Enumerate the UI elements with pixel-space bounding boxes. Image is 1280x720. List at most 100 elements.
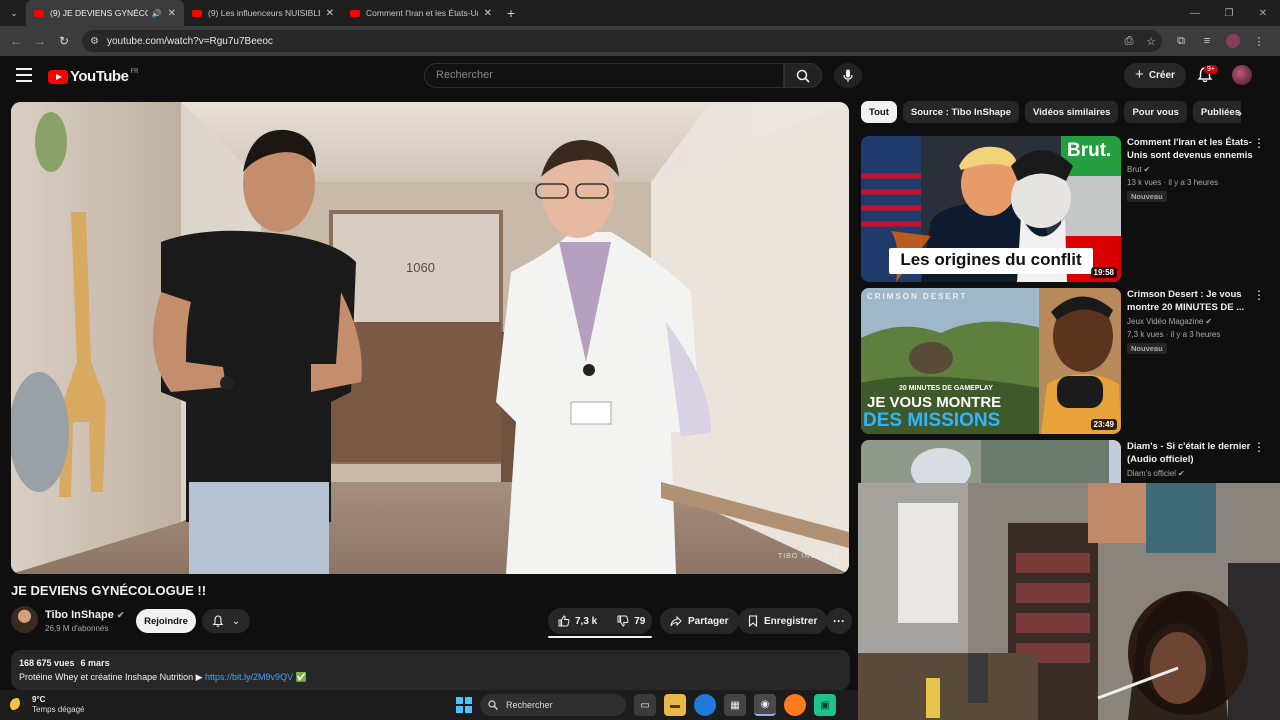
store-icon[interactable]: ▦ [724, 694, 746, 716]
browser-tab-2[interactable]: (9) Les influenceurs NUISIBLES ! ✕ [184, 0, 342, 26]
recommendation-channel[interactable]: Diam's officiel ✔ [1127, 469, 1185, 478]
brut-logo: Brut. [1067, 140, 1112, 161]
back-arrow-icon[interactable]: ← [4, 34, 28, 48]
more-options-icon[interactable]: ⋮ [1253, 136, 1265, 150]
recommendation-channel[interactable]: Brut ✔ [1127, 165, 1150, 174]
share-button[interactable]: Partager [660, 608, 739, 634]
channel-name[interactable]: Tibo InShape ✔ [45, 609, 124, 621]
more-actions-icon[interactable]: ··· [826, 608, 852, 634]
tab-search-chevron-icon[interactable]: ⌄ [2, 1, 26, 25]
description-link[interactable]: https://bit.ly/2M9v9QV [205, 672, 293, 682]
bookmark-star-icon[interactable]: ☆ [1140, 35, 1162, 48]
url-field[interactable]: ⚙ youtube.com/watch?v=Rgu7u7Beeoc ⎙ ☆ [82, 30, 1162, 52]
thumbnail-image [861, 440, 1121, 483]
menu-hamburger-icon[interactable] [16, 68, 32, 82]
recommendation-meta: 7,3 k vues · il y a 3 heures [1127, 330, 1221, 339]
recommendation-item[interactable]: Diam's - Si c'était le dernier (Audio of… [861, 440, 1273, 483]
more-options-icon[interactable]: ⋮ [1253, 440, 1265, 454]
like-dislike-group: 7,3 k 79 [548, 608, 652, 634]
channel-avatar[interactable] [11, 606, 38, 633]
check-mark-icon: ✅ [295, 672, 307, 682]
description-box[interactable]: 168 675 vues 6 mars Protéine Whey et créa… [11, 650, 850, 690]
site-info-icon[interactable]: ⚙ [90, 36, 99, 47]
chevron-down-icon: ⌄ [231, 615, 241, 627]
browser-tab-1[interactable]: (9) JE DEVIENS GYNÉCOLOGUE !! 🔊 ✕ [26, 0, 184, 26]
subscriber-count: 26,9 M d'abonnés [45, 624, 109, 633]
reload-icon[interactable]: ↻ [52, 34, 76, 48]
close-tab-icon[interactable]: ✕ [326, 8, 334, 19]
recommendation-channel[interactable]: Jeux Vidéo Magazine ✔ [1127, 317, 1212, 326]
voice-search-button[interactable] [834, 63, 862, 88]
search-input[interactable]: Rechercher [424, 63, 784, 88]
tab-title: Comment l'Iran et les États-Unis sont de… [366, 8, 478, 18]
video-thumbnail[interactable]: Les origines du conflit Brut. 19:58 [861, 136, 1121, 282]
weather-widget[interactable]: 9°C Temps dégagé [10, 695, 84, 715]
description-line: Protéine Whey et créatine Inshape Nutrit… [19, 672, 842, 683]
join-button[interactable]: Rejoindre [136, 609, 196, 633]
description-text: Protéine Whey et créatine Inshape Nutrit… [19, 672, 203, 682]
close-tab-icon[interactable]: ✕ [484, 8, 492, 19]
chevron-right-icon[interactable]: › [1238, 106, 1242, 120]
video-player[interactable]: 1060 TIBO INSHAPE [11, 102, 849, 574]
recommendation-meta: 13 k vues · il y a 3 heures [1127, 178, 1219, 187]
recommendation-title[interactable]: Comment l'Iran et les États-Unis sont de… [1127, 136, 1257, 162]
task-view-icon[interactable]: ▭ [634, 694, 656, 716]
duration-badge: 23:49 [1090, 419, 1117, 430]
save-button[interactable]: Enregistrer [738, 608, 828, 634]
edge-browser-icon[interactable] [694, 694, 716, 716]
tab-title: (9) Les influenceurs NUISIBLES ! [208, 8, 320, 18]
game-logo-text: CRIMSON DESERT [867, 292, 968, 301]
close-window-icon[interactable]: ✕ [1246, 8, 1280, 19]
plus-icon: + [1135, 66, 1144, 83]
share-arrow-icon [670, 615, 682, 626]
speaker-icon[interactable]: 🔊 [152, 9, 162, 18]
video-stats: 168 675 vues 6 mars [19, 658, 842, 668]
thumbnail-caption-line-1: JE VOUS MONTRE [867, 394, 1002, 411]
logo-country: FR [130, 68, 139, 75]
verified-check-icon: ✔ [1143, 165, 1151, 174]
dislike-button[interactable]: 79 [607, 608, 655, 634]
video-thumbnail[interactable] [861, 440, 1121, 483]
more-options-icon[interactable]: ⋮ [1253, 288, 1265, 302]
chip-for-you[interactable]: Pour vous [1124, 101, 1187, 123]
video-thumbnail[interactable]: CRIMSON DESERT 20 MINUTES DE GAMEPLAY JE… [861, 288, 1121, 434]
youtube-logo[interactable]: YouTube FR [48, 68, 138, 85]
app-icon[interactable]: ▣ [814, 694, 836, 716]
like-button[interactable]: 7,3 k [548, 608, 607, 634]
install-app-icon[interactable]: ⎙ [1118, 35, 1140, 48]
microphone-icon [843, 69, 853, 82]
screen: ⌄ (9) JE DEVIENS GYNÉCOLOGUE !! 🔊 ✕ (9) … [0, 0, 1280, 720]
recommendation-title[interactable]: Diam's - Si c'était le dernier (Audio of… [1127, 440, 1257, 466]
thumbnail-subcaption: 20 MINUTES DE GAMEPLAY [899, 385, 993, 392]
chip-source[interactable]: Source : Tibo InShape [902, 101, 1019, 123]
filter-chips: Tout Source : Tibo InShape Vidéos simila… [861, 101, 1241, 123]
browser-menu-icon[interactable]: ⋮ [1246, 35, 1272, 48]
subscription-bell-button[interactable]: ⌄ [202, 609, 250, 633]
profile-avatar[interactable] [1226, 34, 1240, 48]
minimize-icon[interactable]: — [1178, 8, 1212, 19]
restore-icon[interactable]: ❐ [1212, 8, 1246, 19]
extensions-icon[interactable]: ⧉ [1168, 35, 1194, 48]
windows-start-icon[interactable] [456, 697, 472, 713]
recommendation-item[interactable]: CRIMSON DESERT 20 MINUTES DE GAMEPLAY JE… [861, 288, 1273, 434]
address-bar: ← → ↻ ⚙ youtube.com/watch?v=Rgu7u7Beeoc … [0, 26, 1280, 56]
account-avatar[interactable] [1232, 65, 1252, 85]
file-explorer-icon[interactable]: ▬ [664, 694, 686, 716]
chip-all[interactable]: Tout [861, 101, 897, 123]
chip-recent[interactable]: Publiées ré [1192, 101, 1241, 123]
media-controls-icon[interactable]: ≡ [1194, 35, 1220, 47]
new-tab-button[interactable]: + [500, 5, 522, 21]
recommendation-title[interactable]: Crimson Desert : Je vous montre 20 MINUT… [1127, 288, 1257, 314]
like-ratio-bar [548, 636, 652, 638]
firefox-icon[interactable] [784, 694, 806, 716]
room-number-sign: 1060 [406, 260, 435, 275]
browser-tab-3[interactable]: Comment l'Iran et les États-Unis sont de… [342, 0, 500, 26]
create-button[interactable]: + Créer [1124, 63, 1186, 88]
recommendation-item[interactable]: Les origines du conflit Brut. 19:58 Comm… [861, 136, 1273, 282]
search-button[interactable] [784, 63, 822, 88]
chrome-icon[interactable]: ◉ [754, 694, 776, 716]
chip-similar[interactable]: Vidéos similaires [1025, 101, 1119, 123]
taskbar-search[interactable]: Rechercher [480, 694, 626, 716]
forward-arrow-icon[interactable]: → [28, 34, 52, 48]
close-tab-icon[interactable]: ✕ [168, 8, 176, 19]
